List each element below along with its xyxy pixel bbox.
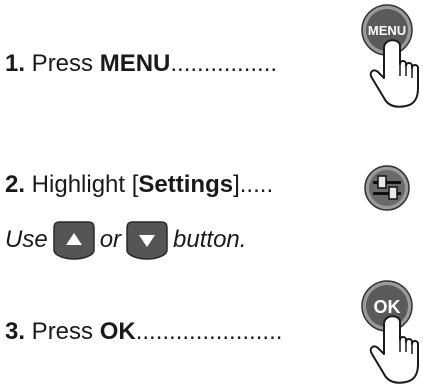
hint-or-text: or: [99, 226, 122, 253]
hint-button-text: button.: [173, 226, 247, 253]
menu-button-icon: MENU: [360, 2, 422, 115]
step-dots: ................: [170, 50, 278, 77]
step-text: Highlight [: [25, 171, 139, 198]
ok-button-label: OK: [374, 297, 401, 317]
ok-button-icon: OK: [360, 278, 422, 391]
step-text: Press: [25, 318, 100, 345]
step-2: 2. Highlight [Settings].....: [5, 173, 273, 197]
step-1: 1. Press MENU................: [5, 52, 277, 76]
up-arrow-icon: [52, 220, 96, 260]
step-key: MENU: [99, 50, 171, 77]
navigation-hint: Use or button.: [5, 220, 246, 260]
step-number: 3.: [5, 318, 26, 345]
step-3: 3. Press OK......................: [5, 320, 282, 344]
settings-sliders-icon: [362, 163, 412, 218]
step-text: Press: [25, 50, 100, 77]
menu-button-label: MENU: [368, 23, 406, 38]
step-number: 2.: [5, 171, 26, 198]
step-dots: ......................: [135, 318, 283, 345]
step-key: OK: [99, 318, 136, 345]
step-dots: .....: [239, 171, 274, 198]
step-number: 1.: [5, 50, 26, 77]
step-key: Settings: [138, 171, 234, 198]
hint-use-text: Use: [5, 226, 48, 253]
step-post: ]: [233, 171, 240, 198]
down-arrow-icon: [125, 220, 169, 260]
